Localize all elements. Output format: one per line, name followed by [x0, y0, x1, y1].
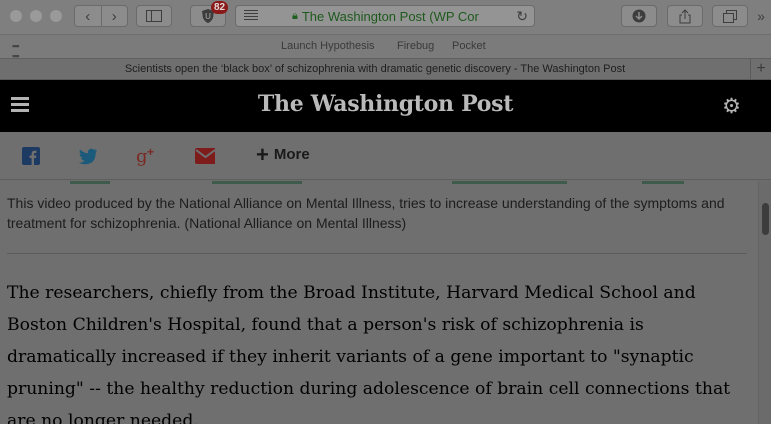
- forward-button[interactable]: ›: [100, 6, 128, 26]
- ublock-badge: 82: [211, 1, 229, 14]
- sidebar-toggle-button[interactable]: [136, 5, 172, 27]
- reload-icon[interactable]: ↻: [516, 8, 528, 25]
- share-icon: [679, 8, 691, 23]
- article-paragraph: The researchers, chiefly from the Broad …: [7, 283, 731, 424]
- reader-view-icon[interactable]: [244, 10, 258, 22]
- facebook-icon[interactable]: [21, 146, 41, 166]
- video-caption: This video produced by the National Alli…: [7, 195, 725, 231]
- grid-icon[interactable]: ▪▪▪ ▪▪▪: [12, 41, 26, 61]
- favorite-launch-hypothesis[interactable]: Launch Hypothesis: [281, 40, 375, 52]
- overflow-chevron-button[interactable]: »: [752, 5, 770, 27]
- google-plus-icon[interactable]: g +: [136, 146, 156, 166]
- active-tab-title[interactable]: Scientists open the ‘black box’ of schiz…: [0, 63, 750, 75]
- url-text: The Washington Post (WP Cor: [301, 8, 479, 24]
- site-logo[interactable]: The Washington Post: [0, 91, 771, 117]
- favorite-firebug[interactable]: Firebug: [397, 40, 434, 52]
- sidebar-icon: [146, 10, 162, 22]
- svg-text:g: g: [136, 146, 148, 166]
- chevron-double-right-icon: »: [757, 8, 765, 24]
- navigation-buttons: ‹ ›: [74, 5, 128, 27]
- share-bar: g + + More: [0, 132, 771, 180]
- tabs-overview-button[interactable]: [712, 5, 748, 27]
- zoom-window-button[interactable]: [50, 10, 62, 22]
- favorites-bar: ▪▪▪ ▪▪▪ Launch Hypothesis Firebug Pocket: [0, 34, 771, 61]
- scrollbar[interactable]: [758, 181, 771, 424]
- lock-icon: 🔒︎: [292, 9, 298, 22]
- address-bar[interactable]: 🔒︎ The Washington Post (WP Cor ↻: [235, 5, 535, 27]
- browser-window: ‹ › U 82 🔒︎ The Washington Post (WP Cor …: [0, 0, 771, 424]
- more-share-button[interactable]: + More: [256, 141, 310, 167]
- back-button[interactable]: ‹: [75, 6, 101, 26]
- more-label: More: [273, 146, 310, 163]
- download-icon: [632, 9, 646, 23]
- share-page-button[interactable]: [667, 5, 703, 27]
- svg-text:+: +: [147, 146, 154, 159]
- plus-icon: +: [256, 141, 269, 167]
- article-body: This video produced by the National Alli…: [0, 181, 758, 424]
- twitter-icon[interactable]: [78, 146, 98, 166]
- gear-icon[interactable]: ⚙: [722, 94, 741, 119]
- site-header: The Washington Post ⚙: [0, 80, 771, 132]
- divider: [7, 253, 747, 254]
- tabs-icon: [723, 9, 737, 23]
- minimize-window-button[interactable]: [30, 10, 42, 22]
- favorite-pocket[interactable]: Pocket: [452, 40, 486, 52]
- downloads-button[interactable]: [621, 5, 657, 27]
- svg-text:U: U: [205, 12, 211, 21]
- email-icon[interactable]: [195, 146, 215, 166]
- browser-toolbar: ‹ › U 82 🔒︎ The Washington Post (WP Cor …: [0, 0, 771, 34]
- tab-bar: Scientists open the ‘black box’ of schiz…: [0, 58, 771, 80]
- new-tab-button[interactable]: +: [750, 59, 771, 80]
- video-bottom-edge: [60, 181, 700, 184]
- scrollbar-thumb[interactable]: [762, 203, 769, 235]
- close-window-button[interactable]: [10, 10, 22, 22]
